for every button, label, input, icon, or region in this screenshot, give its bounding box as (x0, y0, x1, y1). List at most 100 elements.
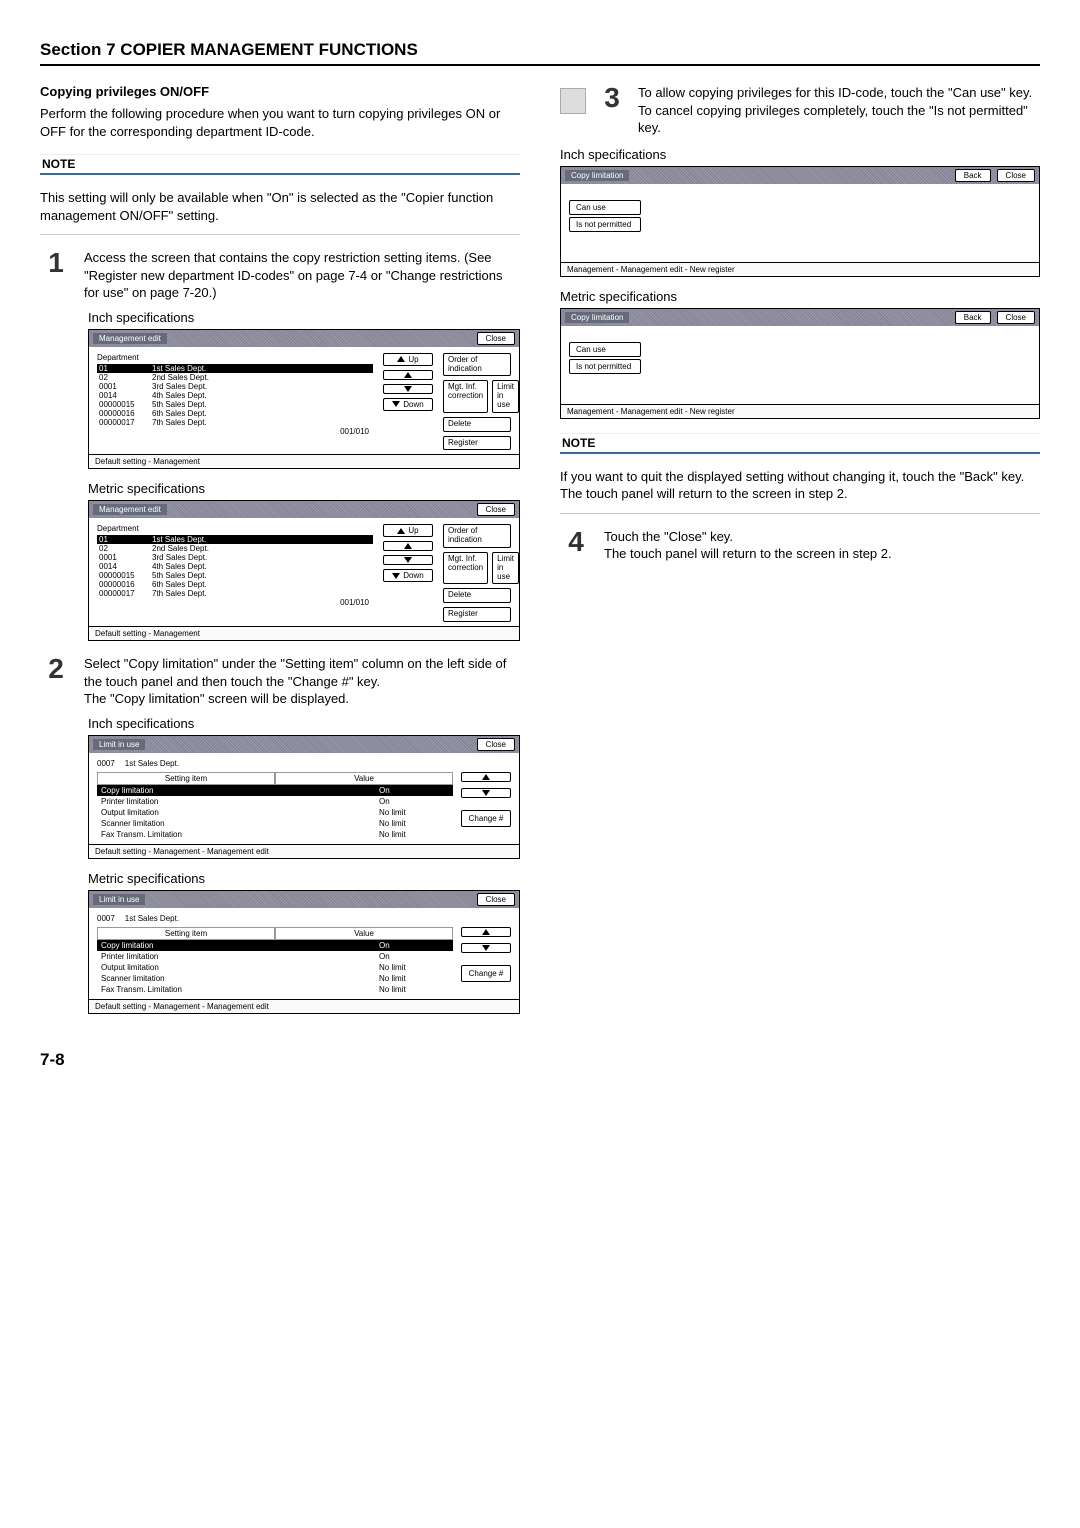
table-row[interactable]: 000000155th Sales Dept. (97, 571, 373, 580)
step-1-text: Access the screen that contains the copy… (84, 249, 520, 302)
down-button[interactable]: Down (383, 569, 433, 582)
close-button[interactable]: Close (477, 738, 515, 751)
copying-privileges-heading: Copying privileges ON/OFF (40, 84, 520, 99)
left-column: Copying privileges ON/OFF Perform the fo… (40, 84, 520, 1026)
note-text-right: If you want to quit the displayed settin… (560, 468, 1040, 503)
limit-in-use-button[interactable]: Limit in use (492, 552, 519, 584)
table-row[interactable]: Printer limitationOn (97, 951, 453, 962)
mgt-correction-button[interactable]: Mgt. Inf. correction (443, 380, 488, 412)
step-4-text-2: The touch panel will return to the scree… (604, 546, 892, 561)
scroll-down-button[interactable] (461, 943, 511, 953)
scroll-down-button[interactable] (383, 384, 433, 394)
setting-item-header: Setting item (97, 927, 275, 940)
can-use-button[interactable]: Can use (569, 342, 641, 357)
order-indication-button[interactable]: Order of indication (443, 353, 511, 377)
close-button[interactable]: Close (997, 169, 1035, 182)
metric-spec-label-2: Metric specifications (88, 871, 520, 886)
copy-limitation-panel-metric: Copy limitation Back Close Can use Is no… (560, 308, 1040, 419)
table-row[interactable]: 00144th Sales Dept. (97, 391, 373, 400)
table-row[interactable]: 00013rd Sales Dept. (97, 382, 373, 391)
delete-button[interactable]: Delete (443, 417, 511, 432)
triangle-up-icon (404, 372, 412, 378)
table-row[interactable]: Copy limitationOn (97, 785, 453, 796)
table-row[interactable]: 000000177th Sales Dept. (97, 589, 373, 598)
value-header: Value (275, 772, 453, 785)
department-header: Department (97, 524, 373, 533)
table-row[interactable]: Scanner limitationNo limit (97, 973, 453, 984)
scroll-up-button[interactable] (383, 541, 433, 551)
step-3-number: 3 (596, 84, 628, 112)
back-button[interactable]: Back (955, 311, 991, 324)
management-edit-panel-inch: Management edit Close Department 011st S… (88, 329, 520, 470)
note-label-right: NOTE (560, 433, 1040, 454)
panel-title: Management edit (93, 504, 167, 515)
step-2-text-1: Select "Copy limitation" under the "Sett… (84, 656, 506, 689)
up-button[interactable]: Up (383, 524, 433, 537)
table-row[interactable]: Output limitationNo limit (97, 807, 453, 818)
triangle-up-icon (397, 356, 405, 362)
down-button[interactable]: Down (383, 398, 433, 411)
is-not-permitted-button[interactable]: Is not permitted (569, 217, 641, 232)
register-button[interactable]: Register (443, 436, 511, 451)
up-button[interactable]: Up (383, 353, 433, 366)
table-row[interactable]: 00013rd Sales Dept. (97, 553, 373, 562)
limit-in-use-panel-metric: Limit in use Close 00071st Sales Dept. S… (88, 890, 520, 1014)
back-button[interactable]: Back (955, 169, 991, 182)
table-row[interactable]: Copy limitationOn (97, 940, 453, 951)
scroll-up-button[interactable] (461, 927, 511, 937)
scroll-down-button[interactable] (461, 788, 511, 798)
panel-footer: Default setting - Management - Managemen… (89, 844, 519, 858)
table-row[interactable]: 000000155th Sales Dept. (97, 400, 373, 409)
close-button[interactable]: Close (477, 893, 515, 906)
page-number: 7-8 (40, 1050, 1040, 1070)
register-button[interactable]: Register (443, 607, 511, 622)
triangle-down-icon (404, 386, 412, 392)
is-not-permitted-button[interactable]: Is not permitted (569, 359, 641, 374)
can-use-button[interactable]: Can use (569, 200, 641, 215)
table-row[interactable]: Output limitationNo limit (97, 962, 453, 973)
close-button[interactable]: Close (997, 311, 1035, 324)
step-1-number: 1 (40, 249, 72, 277)
delete-button[interactable]: Delete (443, 588, 511, 603)
management-edit-panel-metric: Management edit Close Department 011st S… (88, 500, 520, 641)
step-2-text-2: The "Copy limitation" screen will be dis… (84, 691, 349, 706)
table-row[interactable]: 011st Sales Dept. (97, 535, 373, 544)
illustration-icon (560, 88, 586, 114)
scroll-down-button[interactable] (383, 555, 433, 565)
table-row[interactable]: 00144th Sales Dept. (97, 562, 373, 571)
mgt-correction-button[interactable]: Mgt. Inf. correction (443, 552, 488, 584)
table-row[interactable]: Fax Transm. LimitationNo limit (97, 829, 453, 840)
table-row[interactable]: 000000166th Sales Dept. (97, 580, 373, 589)
panel-footer: Default setting - Management - Managemen… (89, 999, 519, 1013)
change-number-button[interactable]: Change # (461, 965, 511, 982)
limit-in-use-panel-inch: Limit in use Close 00071st Sales Dept. S… (88, 735, 520, 859)
note-label: NOTE (40, 154, 520, 175)
panel-footer: Management - Management edit - New regis… (561, 262, 1039, 276)
triangle-up-icon (482, 929, 490, 935)
table-row[interactable]: 022nd Sales Dept. (97, 373, 373, 382)
value-header: Value (275, 927, 453, 940)
scroll-up-button[interactable] (461, 772, 511, 782)
triangle-down-icon (392, 401, 400, 407)
table-row[interactable]: Fax Transm. LimitationNo limit (97, 984, 453, 995)
triangle-down-icon (482, 945, 490, 951)
table-row[interactable]: 000000166th Sales Dept. (97, 409, 373, 418)
limit-in-use-button[interactable]: Limit in use (492, 380, 519, 412)
table-row[interactable]: 011st Sales Dept. (97, 364, 373, 373)
right-column: 3 To allow copying privileges for this I… (560, 84, 1040, 1026)
table-row[interactable]: Printer limitationOn (97, 796, 453, 807)
order-indication-button[interactable]: Order of indication (443, 524, 511, 548)
change-number-button[interactable]: Change # (461, 810, 511, 827)
table-row[interactable]: 000000177th Sales Dept. (97, 418, 373, 427)
close-button[interactable]: Close (477, 332, 515, 345)
section-title: Section 7 COPIER MANAGEMENT FUNCTIONS (40, 40, 1040, 66)
dept-name: 1st Sales Dept. (125, 914, 179, 923)
scroll-up-button[interactable] (383, 370, 433, 380)
table-row[interactable]: Scanner limitationNo limit (97, 818, 453, 829)
table-row[interactable]: 022nd Sales Dept. (97, 544, 373, 553)
triangle-up-icon (397, 528, 405, 534)
pager: 001/010 (97, 427, 373, 436)
close-button[interactable]: Close (477, 503, 515, 516)
triangle-down-icon (392, 573, 400, 579)
step-3-text: To allow copying privileges for this ID-… (638, 84, 1040, 137)
